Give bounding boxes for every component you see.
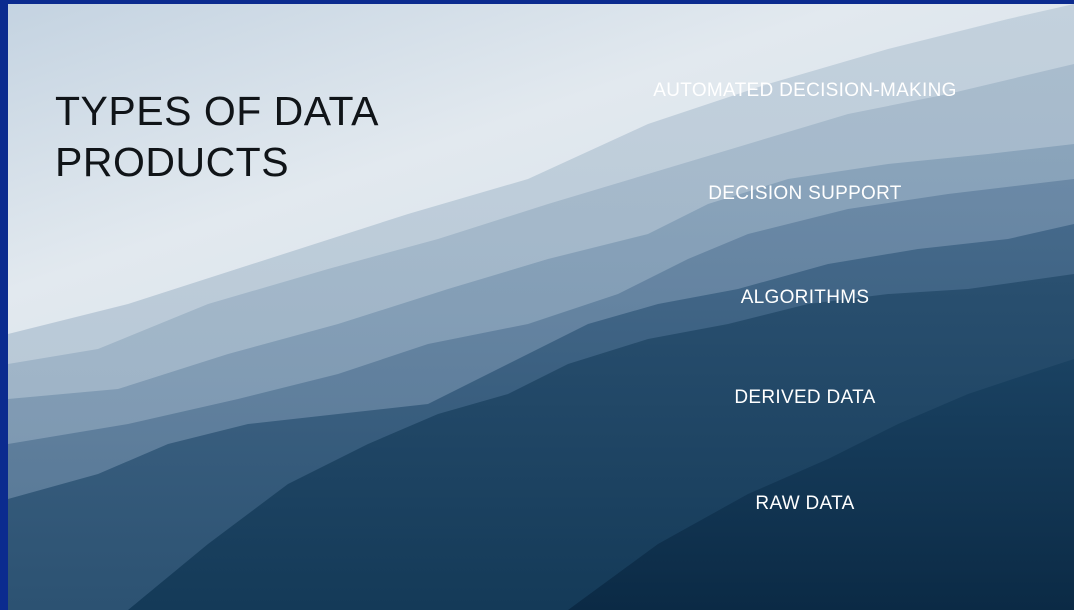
data-product-layers: AUTOMATED DECISION-MAKING DECISION SUPPO… — [605, 4, 1005, 610]
slide-title-line-1: TYPES OF DATA — [55, 88, 379, 134]
layer-raw-data: RAW DATA — [755, 493, 855, 514]
layer-derived-data: DERIVED DATA — [734, 387, 876, 408]
slide-title-line-2: PRODUCTS — [55, 139, 290, 185]
slide-frame: TYPES OF DATA PRODUCTS AUTOMATED DECISIO… — [0, 0, 1074, 610]
layer-decision-support: DECISION SUPPORT — [708, 183, 902, 204]
slide-title: TYPES OF DATA PRODUCTS — [55, 86, 379, 188]
layer-algorithms: ALGORITHMS — [740, 287, 870, 308]
slide: TYPES OF DATA PRODUCTS AUTOMATED DECISIO… — [8, 4, 1074, 610]
layer-automated-decision-making: AUTOMATED DECISION-MAKING — [653, 80, 957, 101]
